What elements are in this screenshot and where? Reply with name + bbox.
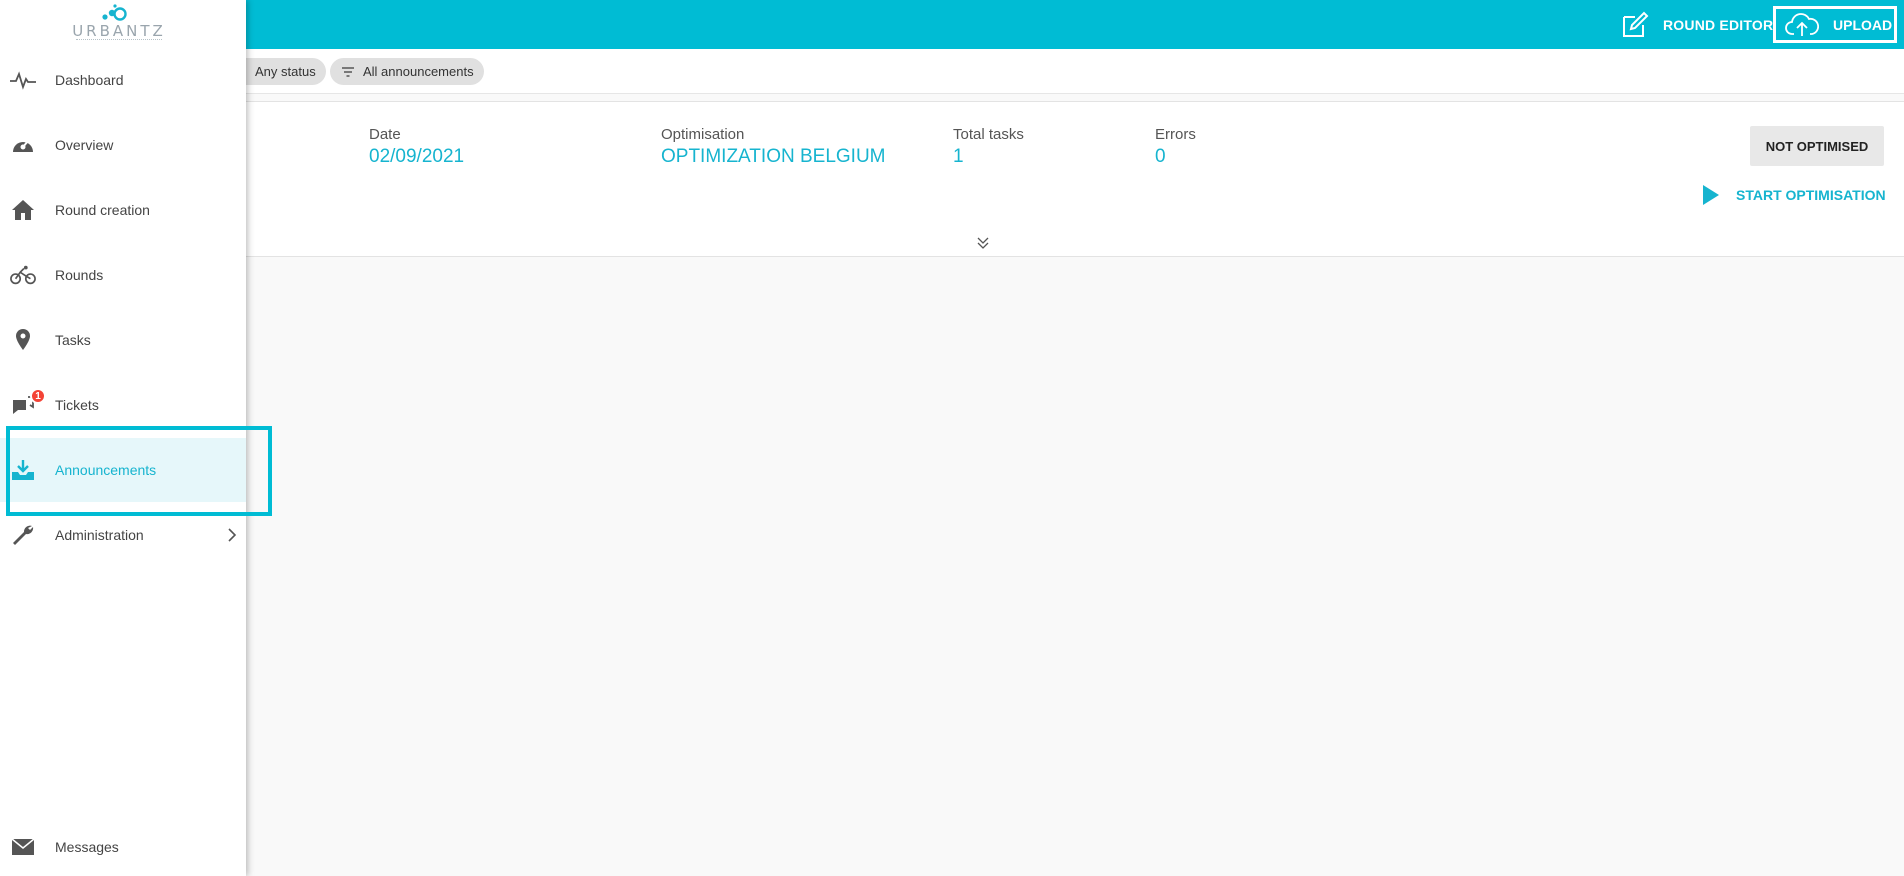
announcements-filter-label: All announcements: [363, 64, 474, 79]
total-tasks-stat: Total tasks 1: [953, 126, 1024, 168]
total-tasks-label: Total tasks: [953, 126, 1024, 143]
play-icon: [1703, 185, 1719, 205]
upload-label: UPLOAD: [1833, 16, 1893, 33]
edit-icon: [1623, 11, 1649, 37]
sidebar-item-tickets[interactable]: Tickets: [0, 373, 246, 437]
optimisation-value: OPTIMIZATION BELGIUM: [661, 146, 886, 167]
optimisation-summary-card: Date 02/09/2021 Optimisation OPTIMIZATIO…: [0, 102, 1904, 257]
sidebar-item-label: Overview: [55, 137, 114, 153]
sidebar-item-label: Administration: [55, 527, 144, 543]
sidebar-item-announcements[interactable]: Announcements: [0, 438, 246, 502]
sidebar-item-rounds[interactable]: Rounds: [0, 243, 246, 307]
filter-icon: [342, 66, 354, 77]
cloud-upload-icon: [1785, 12, 1819, 36]
date-stat: Date 02/09/2021: [369, 126, 464, 168]
sidebar-item-label: Tasks: [55, 332, 91, 348]
chevron-right-icon: [228, 528, 237, 542]
announcements-filter-chip[interactable]: All announcements: [330, 58, 484, 85]
sidebar-item-label: Round creation: [55, 202, 150, 218]
sidebar-item-dashboard[interactable]: Dashboard: [0, 48, 246, 112]
sidebar-item-tasks[interactable]: Tasks: [0, 308, 246, 372]
logo-mark-icon: [102, 4, 127, 21]
date-value: 02/09/2021: [369, 146, 465, 167]
top-bar: ROUND EDITOR UPLOAD: [0, 0, 1904, 49]
start-optimisation-button[interactable]: START OPTIMISATION: [1703, 184, 1886, 206]
filter-bar: Any status All announcements: [0, 49, 1904, 94]
logo: URBANTZ: [72, 2, 166, 46]
errors-value: 0: [1155, 146, 1166, 167]
download-tray-icon: [10, 457, 36, 483]
sidebar: URBANTZ Dashboard Overview Round creatio…: [0, 0, 246, 876]
pulse-icon: [10, 67, 36, 93]
sidebar-item-messages[interactable]: Messages: [0, 815, 246, 876]
sidebar-item-label: Rounds: [55, 267, 104, 283]
logo-tagline-mark: [76, 39, 162, 41]
sidebar-item-label: Tickets: [55, 397, 99, 413]
start-optimisation-label: START OPTIMISATION: [1736, 187, 1886, 203]
sidebar-item-label: Announcements: [55, 462, 157, 478]
date-label: Date: [369, 126, 401, 143]
status-filter-label: Any status: [255, 64, 316, 79]
pin-icon: [10, 327, 36, 353]
sidebar-item-label: Dashboard: [55, 72, 124, 88]
envelope-icon: [10, 834, 36, 860]
errors-stat: Errors 0: [1155, 126, 1196, 168]
upload-button[interactable]: UPLOAD: [1773, 6, 1897, 43]
sidebar-item-overview[interactable]: Overview: [0, 113, 246, 177]
round-editor-label: ROUND EDITOR: [1663, 16, 1774, 33]
gauge-icon: [10, 132, 36, 158]
bike-icon: [10, 262, 36, 288]
total-tasks-value: 1: [953, 146, 964, 167]
errors-label: Errors: [1155, 126, 1196, 143]
sidebar-item-administration[interactable]: Administration: [0, 503, 246, 567]
messages-label: Messages: [55, 839, 119, 855]
sidebar-item-round-creation[interactable]: Round creation: [0, 178, 246, 242]
home-icon: [10, 197, 36, 223]
logo-text: URBANTZ: [72, 22, 166, 40]
double-chevron-down-icon[interactable]: [976, 236, 990, 250]
round-editor-button[interactable]: ROUND EDITOR: [1621, 0, 1773, 49]
tickets-count-badge: 1: [30, 388, 46, 404]
optimisation-label: Optimisation: [661, 126, 745, 143]
optimisation-stat: Optimisation OPTIMIZATION BELGIUM: [661, 126, 886, 168]
status-badge: NOT OPTIMISED: [1750, 126, 1884, 166]
wrench-icon: [10, 522, 36, 548]
